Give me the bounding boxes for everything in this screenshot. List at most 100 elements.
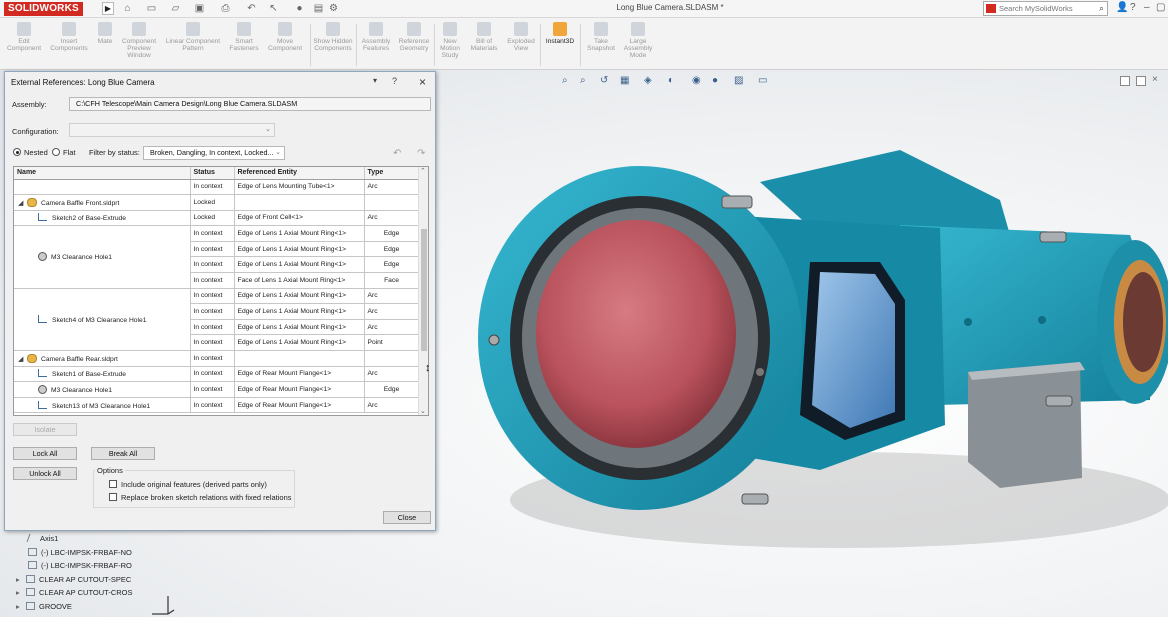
cell-status: In context <box>190 334 235 352</box>
unlock-all-button[interactable]: Unlock All <box>13 467 77 480</box>
reference-triad-icon <box>152 596 175 615</box>
collapse-caret-icon[interactable]: ◢ <box>18 199 27 207</box>
references-grid[interactable]: Name Status Referenced Entity Type In co… <box>13 166 429 416</box>
table-row[interactable]: Sketch13 of M3 Clearance Hole1 In contex… <box>14 397 420 414</box>
configuration-select[interactable]: ⌄ <box>69 123 275 137</box>
dialog-close-icon[interactable]: × <box>419 75 426 89</box>
assembly-path-field[interactable]: C:\CFH Telescope\Main Camera Design\Long… <box>69 97 431 111</box>
table-row[interactable]: Sketch1 of Base-Extrude In context Edge … <box>14 366 420 383</box>
clamp <box>1039 231 1067 243</box>
cell-status: In context <box>190 288 235 305</box>
filter-status-select[interactable]: Broken, Dangling, In context, Locked... ⌄ <box>143 146 285 160</box>
scroll-up-icon[interactable]: ⌃ <box>420 167 426 175</box>
cell-entity: Edge of Lens 1 Axial Mount Ring<1> <box>234 256 365 274</box>
flat-label: Flat <box>63 148 76 157</box>
dialog-title: External References: Long Blue Camera <box>11 78 155 87</box>
screw <box>1038 316 1046 324</box>
hole-feature-icon <box>38 385 47 395</box>
dialog-dropdown-icon[interactable]: ▾ <box>373 76 377 85</box>
cell-type: Arc <box>364 303 420 320</box>
table-row[interactable]: ◢ Camera Baffle Rear.sldprt In context <box>14 350 420 367</box>
tree-item[interactable]: ▸ CLEAR AP CUTOUT-SPEC <box>16 573 146 587</box>
cell-entity: Edge of Lens 1 Axial Mount Ring<1> <box>234 334 365 352</box>
cell-name: M3 Clearance Hole1 <box>14 225 191 289</box>
grid-vertical-scrollbar[interactable]: ⌃ ⌄ <box>418 167 428 415</box>
dialog-help-icon[interactable]: ? <box>392 76 397 86</box>
cell-status: In context <box>190 272 235 289</box>
cell-entity: Edge of Lens 1 Axial Mount Ring<1> <box>234 319 365 336</box>
sketch-icon <box>28 547 37 556</box>
cell-entity <box>234 350 365 367</box>
tree-item[interactable]: Axis1 <box>16 532 146 546</box>
screw <box>488 334 500 346</box>
nested-radio[interactable] <box>13 148 21 156</box>
lock-all-button[interactable]: Lock All <box>13 447 77 460</box>
part-icon <box>27 353 37 363</box>
include-original-features-checkbox[interactable] <box>109 480 117 488</box>
clamp <box>741 493 769 505</box>
column-header-name[interactable]: Name <box>14 167 191 180</box>
cell-type: Arc <box>364 397 420 414</box>
column-header-referenced-entity[interactable]: Referenced Entity <box>234 167 365 180</box>
cell-name: Sketch1 of Base-Extrude <box>14 366 191 383</box>
cell-name: M3 Clearance Hole1 <box>14 381 191 398</box>
references-table: Name Status Referenced Entity Type In co… <box>14 167 420 414</box>
cell-type <box>364 194 420 211</box>
table-header-row: Name Status Referenced Entity Type <box>14 167 420 180</box>
column-header-type[interactable]: Type <box>364 167 420 180</box>
sketch-icon <box>38 369 47 378</box>
table-row[interactable]: M3 Clearance Hole1 In context Edge of Le… <box>14 225 420 289</box>
expand-icon[interactable]: ▸ <box>16 600 26 614</box>
cell-status: In context <box>190 241 235 258</box>
chevron-down-icon: ⌄ <box>275 149 281 156</box>
table-row[interactable]: In context Edge of Lens Mounting Tube<1>… <box>14 179 420 196</box>
chevron-down-icon: ⌄ <box>265 126 271 133</box>
table-row[interactable]: ◢ Camera Baffle Front.sldprt Locked <box>14 194 420 211</box>
cell-status: In context <box>190 397 235 414</box>
column-header-status[interactable]: Status <box>190 167 235 180</box>
cell-type: Arc <box>364 288 420 305</box>
expand-icon[interactable]: ▸ <box>16 586 26 600</box>
redo-arrow-icon[interactable]: ↷ <box>417 148 425 159</box>
options-group-label: Options <box>95 466 125 475</box>
cell-status: In context <box>190 179 235 196</box>
front-lens <box>536 220 736 448</box>
table-row[interactable]: Sketch2 of Base-Extrude Locked Edge of F… <box>14 210 420 227</box>
sketch-icon <box>38 400 47 409</box>
replace-broken-relations-checkbox[interactable] <box>109 493 117 501</box>
cell-status: Locked <box>190 194 235 211</box>
cell-type: Face <box>364 272 420 289</box>
tree-item[interactable]: (-) LBC-IMPSK-FRBAF-RO <box>16 559 146 573</box>
undo-arrow-icon[interactable]: ↶ <box>393 148 401 159</box>
cell-type: Arc <box>364 366 420 383</box>
cell-status: In context <box>190 303 235 320</box>
cell-entity: Edge of Rear Mount Flange<1> <box>234 381 365 398</box>
part-icon <box>27 197 37 207</box>
tree-item[interactable]: ▸ CLEAR AP CUTOUT-CROS <box>16 586 146 600</box>
screw <box>756 368 764 376</box>
cell-entity <box>234 194 365 211</box>
table-row[interactable]: Sketch4 of M3 Clearance Hole1 In context… <box>14 288 420 352</box>
feature-manager-tree: Axis1 (-) LBC-IMPSK-FRBAF-NO (-) LBC-IMP… <box>16 532 146 613</box>
break-all-button[interactable]: Break All <box>91 447 155 460</box>
scrollbar-thumb[interactable] <box>421 229 427 351</box>
cell-entity: Edge of Lens 1 Axial Mount Ring<1> <box>234 225 365 242</box>
isolate-button[interactable]: Isolate <box>13 423 77 436</box>
cell-type: Edge <box>364 381 420 398</box>
flat-radio[interactable] <box>52 148 60 156</box>
cell-type: Edge <box>364 225 420 242</box>
scroll-down-icon[interactable]: ⌄ <box>420 407 426 415</box>
cell-status: In context <box>190 319 235 336</box>
mount-block <box>968 362 1082 488</box>
cut-feature-icon <box>26 588 35 596</box>
mouse-cursor-icon: ↕ <box>425 362 431 374</box>
tree-item[interactable]: ▸ GROOVE <box>16 600 146 614</box>
expand-icon[interactable]: ▸ <box>16 573 26 587</box>
cell-name: Sketch13 of M3 Clearance Hole1 <box>14 397 191 414</box>
tree-item[interactable]: (-) LBC-IMPSK-FRBAF-NO <box>16 546 146 560</box>
cell-entity: Face of Lens 1 Axial Mount Ring<1> <box>234 272 365 289</box>
close-button[interactable]: Close <box>383 511 431 524</box>
table-row[interactable]: M3 Clearance Hole1 In context Edge of Re… <box>14 381 420 398</box>
collapse-caret-icon[interactable]: ◢ <box>18 355 27 363</box>
cell-type: Arc <box>364 319 420 336</box>
